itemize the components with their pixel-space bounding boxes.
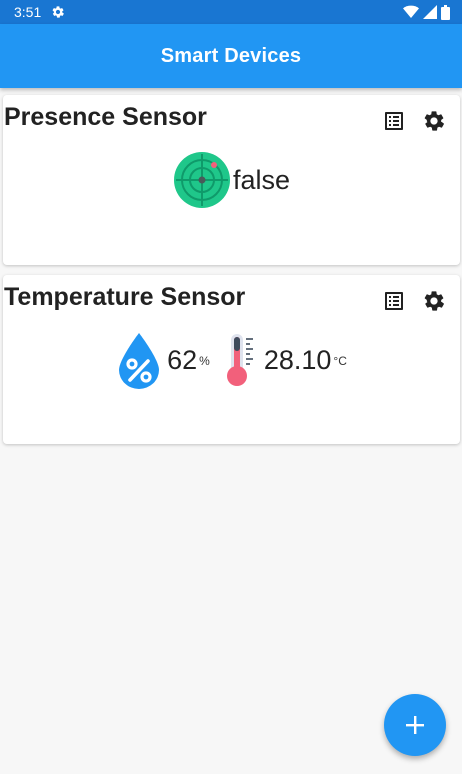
device-card-presence-sensor[interactable]: Presence Sensor false: [3, 95, 460, 265]
status-time: 3:51: [14, 4, 42, 20]
battery-icon: [441, 4, 450, 20]
add-device-button[interactable]: [384, 694, 446, 756]
humidity-drop-icon: [119, 333, 160, 389]
presence-status: false: [3, 151, 460, 209]
app-bar: Smart Devices: [0, 24, 462, 88]
list-icon[interactable]: [382, 289, 406, 313]
device-name: Presence Sensor: [4, 103, 207, 131]
temperature-unit: °C: [333, 354, 347, 368]
list-icon[interactable]: [382, 109, 406, 133]
signal-icon: [423, 5, 437, 19]
card-actions: [382, 289, 446, 313]
humidity-value: 62: [167, 344, 198, 375]
device-card-temperature-sensor[interactable]: Temperature Sensor 62 % 28.10 °C: [3, 275, 460, 444]
status-bar: 3:51: [0, 0, 462, 24]
plus-icon: [406, 716, 424, 734]
gear-icon[interactable]: [422, 109, 446, 133]
card-actions: [382, 109, 446, 133]
status-left: 3:51: [14, 4, 65, 20]
radar-icon: [173, 152, 230, 208]
app-title: Smart Devices: [160, 44, 302, 67]
temperature-readings: 62 % 28.10 °C: [3, 331, 460, 389]
wifi-icon: [403, 5, 419, 19]
temperature-value: 28.10: [263, 344, 332, 375]
thermometer-icon: [226, 334, 253, 386]
settings-icon: [52, 6, 65, 18]
humidity-unit: %: [199, 354, 210, 368]
gear-icon[interactable]: [422, 289, 446, 313]
device-name: Temperature Sensor: [4, 283, 246, 311]
status-right: [403, 4, 450, 20]
presence-value: false: [232, 164, 291, 195]
